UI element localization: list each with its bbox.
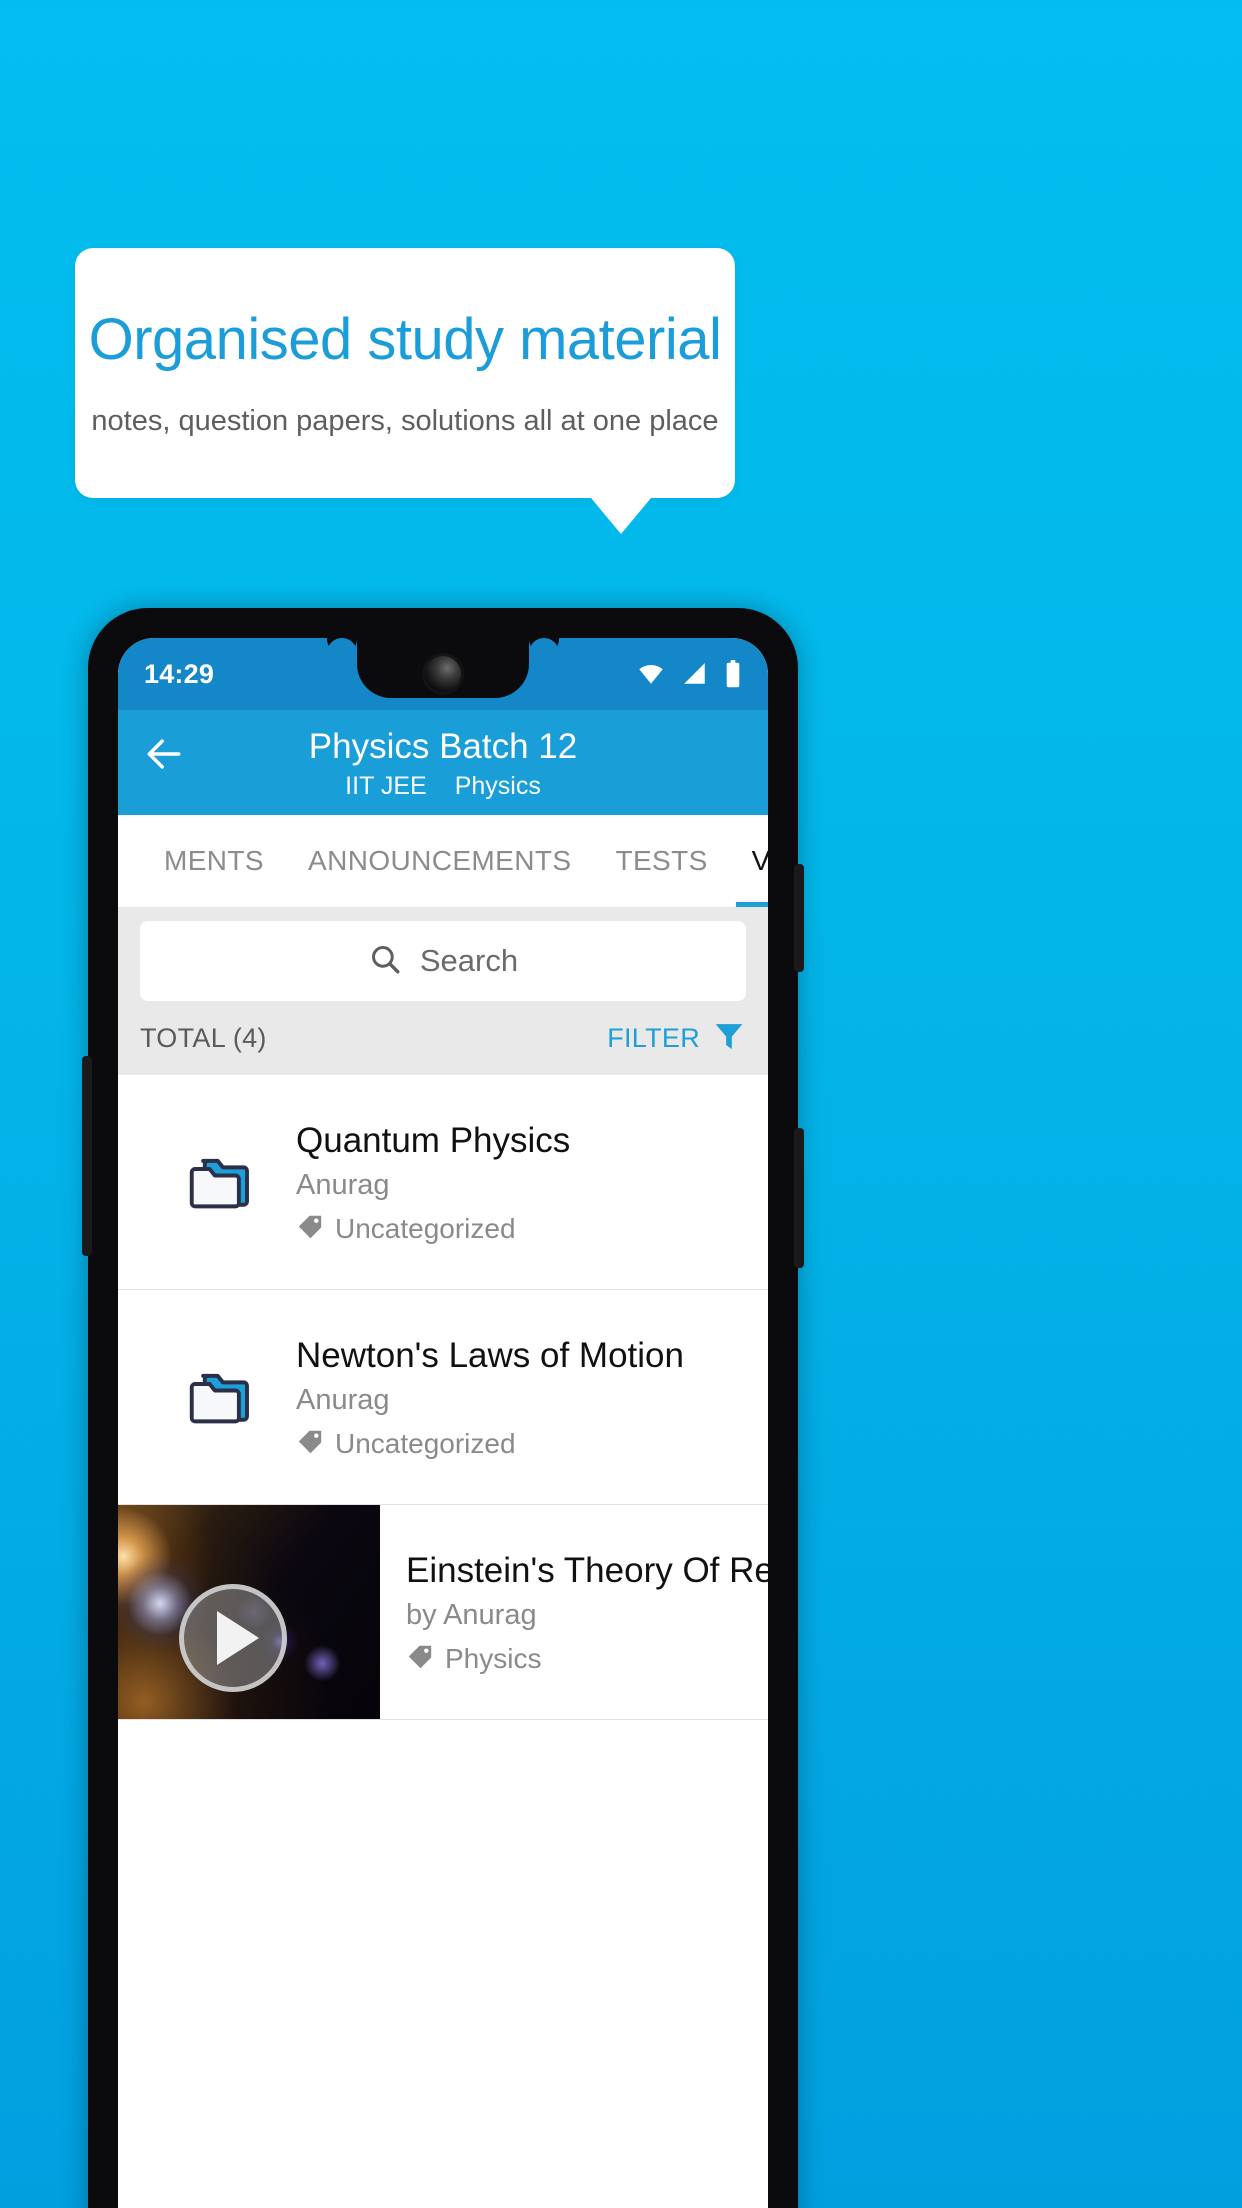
search-icon — [368, 942, 402, 981]
tag-icon — [406, 1643, 434, 1676]
tab-announcements[interactable]: ANNOUNCEMENTS — [286, 815, 593, 907]
list-item-author: Anurag — [296, 1169, 390, 1202]
front-camera-icon — [425, 656, 461, 692]
list-item-texts: Einstein's Theory Of Relativity by Anura… — [380, 1505, 768, 1719]
page-subtitle: IIT JEE Physics — [345, 772, 541, 801]
phone-mockup: 14:29 Physics Batch 12 IIT JEE Physics M… — [82, 608, 804, 2208]
list-item[interactable]: Quantum Physics Anurag Uncategorized — [118, 1075, 768, 1290]
total-count-label: TOTAL (4) — [140, 1022, 267, 1053]
app-bar: Physics Batch 12 IIT JEE Physics — [118, 710, 768, 815]
subtitle-exam: IIT JEE — [345, 772, 427, 800]
page-title: Physics Batch 12 — [308, 727, 578, 766]
back-arrow-icon[interactable] — [142, 732, 186, 776]
list-item-author: Anurag — [296, 1384, 390, 1417]
status-icons — [636, 660, 742, 688]
list-item[interactable]: Einstein's Theory Of Relativity by Anura… — [118, 1505, 768, 1720]
list-item-title: Quantum Physics — [296, 1120, 571, 1160]
phone-power-button[interactable] — [794, 864, 804, 972]
list-item-title: Einstein's Theory Of Relativity — [406, 1550, 768, 1590]
search-area: Search — [118, 907, 768, 1001]
search-input[interactable]: Search — [140, 921, 746, 1001]
tab-videos[interactable]: VIDEOS — [730, 815, 768, 907]
tab-assignments[interactable]: MENTS — [142, 815, 286, 907]
filter-funnel-icon — [712, 1019, 746, 1058]
promo-subtitle: notes, question papers, solutions all at… — [91, 405, 719, 438]
list-item-tag-text: Physics — [445, 1643, 542, 1674]
cellular-signal-icon — [681, 661, 709, 687]
list-item-tag: Uncategorized — [296, 1428, 754, 1461]
battery-icon — [724, 660, 742, 688]
promo-card-tail — [591, 498, 651, 534]
list-item-tag: Uncategorized — [296, 1213, 754, 1246]
phone-screen: 14:29 Physics Batch 12 IIT JEE Physics M… — [118, 638, 768, 2208]
promo-card: Organised study material notes, question… — [75, 248, 735, 498]
list-item-title: Newton's Laws of Motion — [296, 1335, 684, 1375]
list-item-texts: Newton's Laws of Motion Anurag Uncategor… — [296, 1334, 768, 1461]
content-list: Quantum Physics Anurag Uncategorized New… — [118, 1075, 768, 1720]
list-item-tag-text: Uncategorized — [335, 1428, 516, 1459]
status-clock: 14:29 — [144, 658, 215, 689]
tag-icon — [296, 1428, 324, 1461]
results-toolbar: TOTAL (4) FILTER — [118, 1001, 768, 1075]
status-bar: 14:29 — [118, 638, 768, 710]
tab-bar[interactable]: MENTS ANNOUNCEMENTS TESTS VIDEOS — [118, 815, 768, 907]
wifi-icon — [636, 661, 666, 687]
tab-tests[interactable]: TESTS — [593, 815, 729, 907]
phone-volume-button[interactable] — [82, 1056, 92, 1256]
tag-icon — [296, 1213, 324, 1246]
filter-label: FILTER — [607, 1022, 700, 1053]
subtitle-subject: Physics — [454, 772, 541, 800]
play-triangle — [217, 1610, 260, 1665]
folder-icon — [146, 1358, 296, 1436]
video-thumbnail[interactable] — [118, 1505, 380, 1719]
list-item-texts: Quantum Physics Anurag Uncategorized — [296, 1119, 768, 1246]
list-item-author: by Anurag — [406, 1599, 537, 1632]
phone-side-button[interactable] — [794, 1128, 804, 1268]
folder-icon — [146, 1143, 296, 1221]
play-icon[interactable] — [179, 1583, 288, 1692]
list-item-tag: Physics — [406, 1643, 768, 1676]
promo-title: Organised study material — [88, 306, 722, 372]
filter-button[interactable]: FILTER — [607, 1019, 746, 1058]
list-item-tag-text: Uncategorized — [335, 1213, 516, 1244]
search-placeholder: Search — [419, 943, 519, 978]
list-item[interactable]: Newton's Laws of Motion Anurag Uncategor… — [118, 1290, 768, 1505]
